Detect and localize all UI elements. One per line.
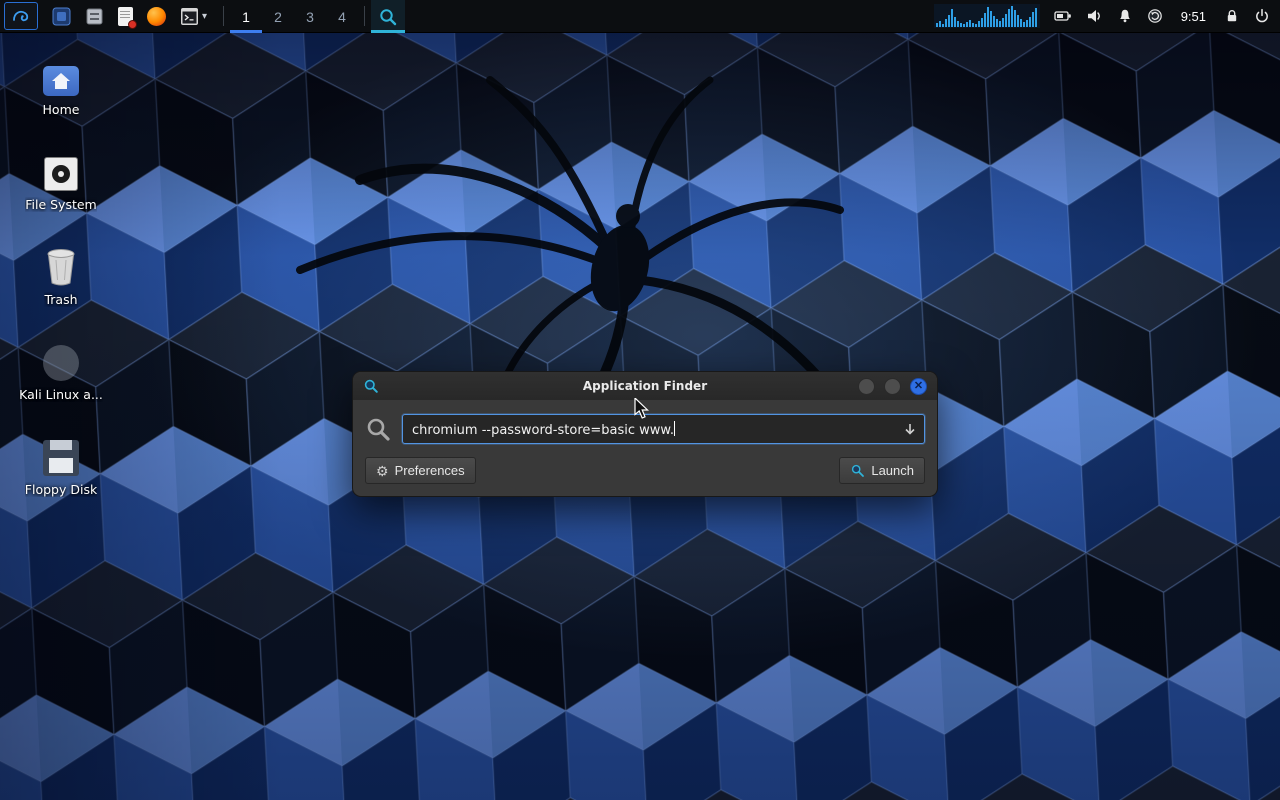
desktop: ▾ 1 2 3 4 <box>0 0 1280 800</box>
workspace-4[interactable]: 4 <box>326 0 358 33</box>
window-button-firefox[interactable] <box>147 0 166 33</box>
floppy-disk-icon <box>43 440 79 476</box>
arrow-down-icon <box>903 422 917 436</box>
firefox-icon <box>147 7 166 26</box>
file-system-icon <box>44 157 78 191</box>
close-icon: ✕ <box>914 381 923 392</box>
desktop-icon-label: Home <box>43 102 80 117</box>
logout-button[interactable] <box>1254 0 1270 33</box>
top-panel: ▾ 1 2 3 4 <box>0 0 1280 33</box>
terminal-icon <box>180 7 199 26</box>
application-finder-dialog: Application Finder ✕ chromium --password… <box>352 371 938 497</box>
desktop-icon-home[interactable]: Home <box>18 54 104 117</box>
minimize-button[interactable] <box>858 378 875 395</box>
command-input-value: chromium --password-store=basic www. <box>412 423 674 438</box>
desktop-icon-trash[interactable]: Trash <box>18 244 104 307</box>
maximize-button[interactable] <box>884 378 901 395</box>
desktop-icon-label: Kali Linux a... <box>19 387 103 402</box>
kali-logo-icon <box>11 6 31 26</box>
magnifier-icon <box>378 7 398 27</box>
desktop-icon-floppy[interactable]: Floppy Disk <box>18 434 104 497</box>
window-button-app[interactable] <box>52 0 71 33</box>
dialog-title: Application Finder <box>353 379 937 393</box>
text-editor-icon <box>118 7 133 26</box>
update-indicator[interactable] <box>1147 0 1163 33</box>
history-dropdown-button[interactable] <box>896 415 924 443</box>
workspace-2[interactable]: 2 <box>262 0 294 33</box>
cpu-graph[interactable] <box>934 4 1040 28</box>
desktop-icon-label: Floppy Disk <box>25 482 97 497</box>
update-icon <box>1147 8 1163 24</box>
close-button[interactable]: ✕ <box>910 378 927 395</box>
desktop-icon-label: File System <box>25 197 97 212</box>
desktop-icon-file-system[interactable]: File System <box>18 149 104 212</box>
window-button-text-editor[interactable] <box>118 0 133 33</box>
desktop-icon-kali-linux[interactable]: Kali Linux a... <box>18 339 104 402</box>
power-icon <box>1254 8 1270 24</box>
window-button-file-manager[interactable] <box>85 0 104 33</box>
dialog-titlebar[interactable]: Application Finder ✕ <box>353 372 937 400</box>
panel-separator-2 <box>364 6 365 26</box>
battery-icon <box>1054 8 1072 24</box>
preferences-button-label: Preferences <box>395 463 465 478</box>
bell-icon <box>1117 8 1133 24</box>
chevron-down-icon: ▾ <box>202 11 207 22</box>
window-button-terminal[interactable] <box>180 0 199 33</box>
search-icon <box>365 416 392 443</box>
trash-icon <box>44 248 78 286</box>
workspace-switcher: 1 2 3 4 <box>230 0 358 32</box>
clock[interactable]: 9:51 <box>1177 0 1210 33</box>
home-icon <box>43 66 79 96</box>
panel-separator <box>223 6 224 26</box>
app-window-icon <box>52 7 71 26</box>
launch-button-label: Launch <box>871 463 914 478</box>
desktop-icon-label: Trash <box>44 292 77 307</box>
speaker-icon <box>1086 8 1103 24</box>
gear-icon: ⚙ <box>376 464 389 478</box>
window-button-list: ▾ <box>42 0 217 32</box>
launch-button[interactable]: Launch <box>839 457 925 484</box>
lock-screen-button[interactable] <box>1224 0 1240 33</box>
kali-docs-icon <box>43 345 79 381</box>
file-manager-icon <box>85 7 104 26</box>
workspace-3[interactable]: 3 <box>294 0 326 33</box>
application-finder-taskbar-button[interactable] <box>371 0 405 33</box>
terminal-dropdown-button[interactable]: ▾ <box>202 0 207 33</box>
volume-indicator[interactable] <box>1086 0 1103 33</box>
command-input[interactable]: chromium --password-store=basic www. <box>402 414 925 444</box>
notifications-indicator[interactable] <box>1117 0 1133 33</box>
lock-icon <box>1224 8 1240 24</box>
cpu-graph-bars <box>936 5 1038 27</box>
dialog-body: chromium --password-store=basic www. ⚙ P… <box>353 400 937 496</box>
applications-menu-button[interactable] <box>4 2 38 30</box>
system-tray: 9:51 <box>934 0 1280 32</box>
preferences-button[interactable]: ⚙ Preferences <box>365 457 476 484</box>
workspace-1[interactable]: 1 <box>230 0 262 33</box>
dialog-app-icon <box>363 378 379 394</box>
launch-icon <box>850 463 865 478</box>
battery-indicator[interactable] <box>1054 0 1072 33</box>
desktop-icons: Home File System Trash Kali Linux a... F… <box>18 54 104 497</box>
text-caret <box>674 421 675 436</box>
